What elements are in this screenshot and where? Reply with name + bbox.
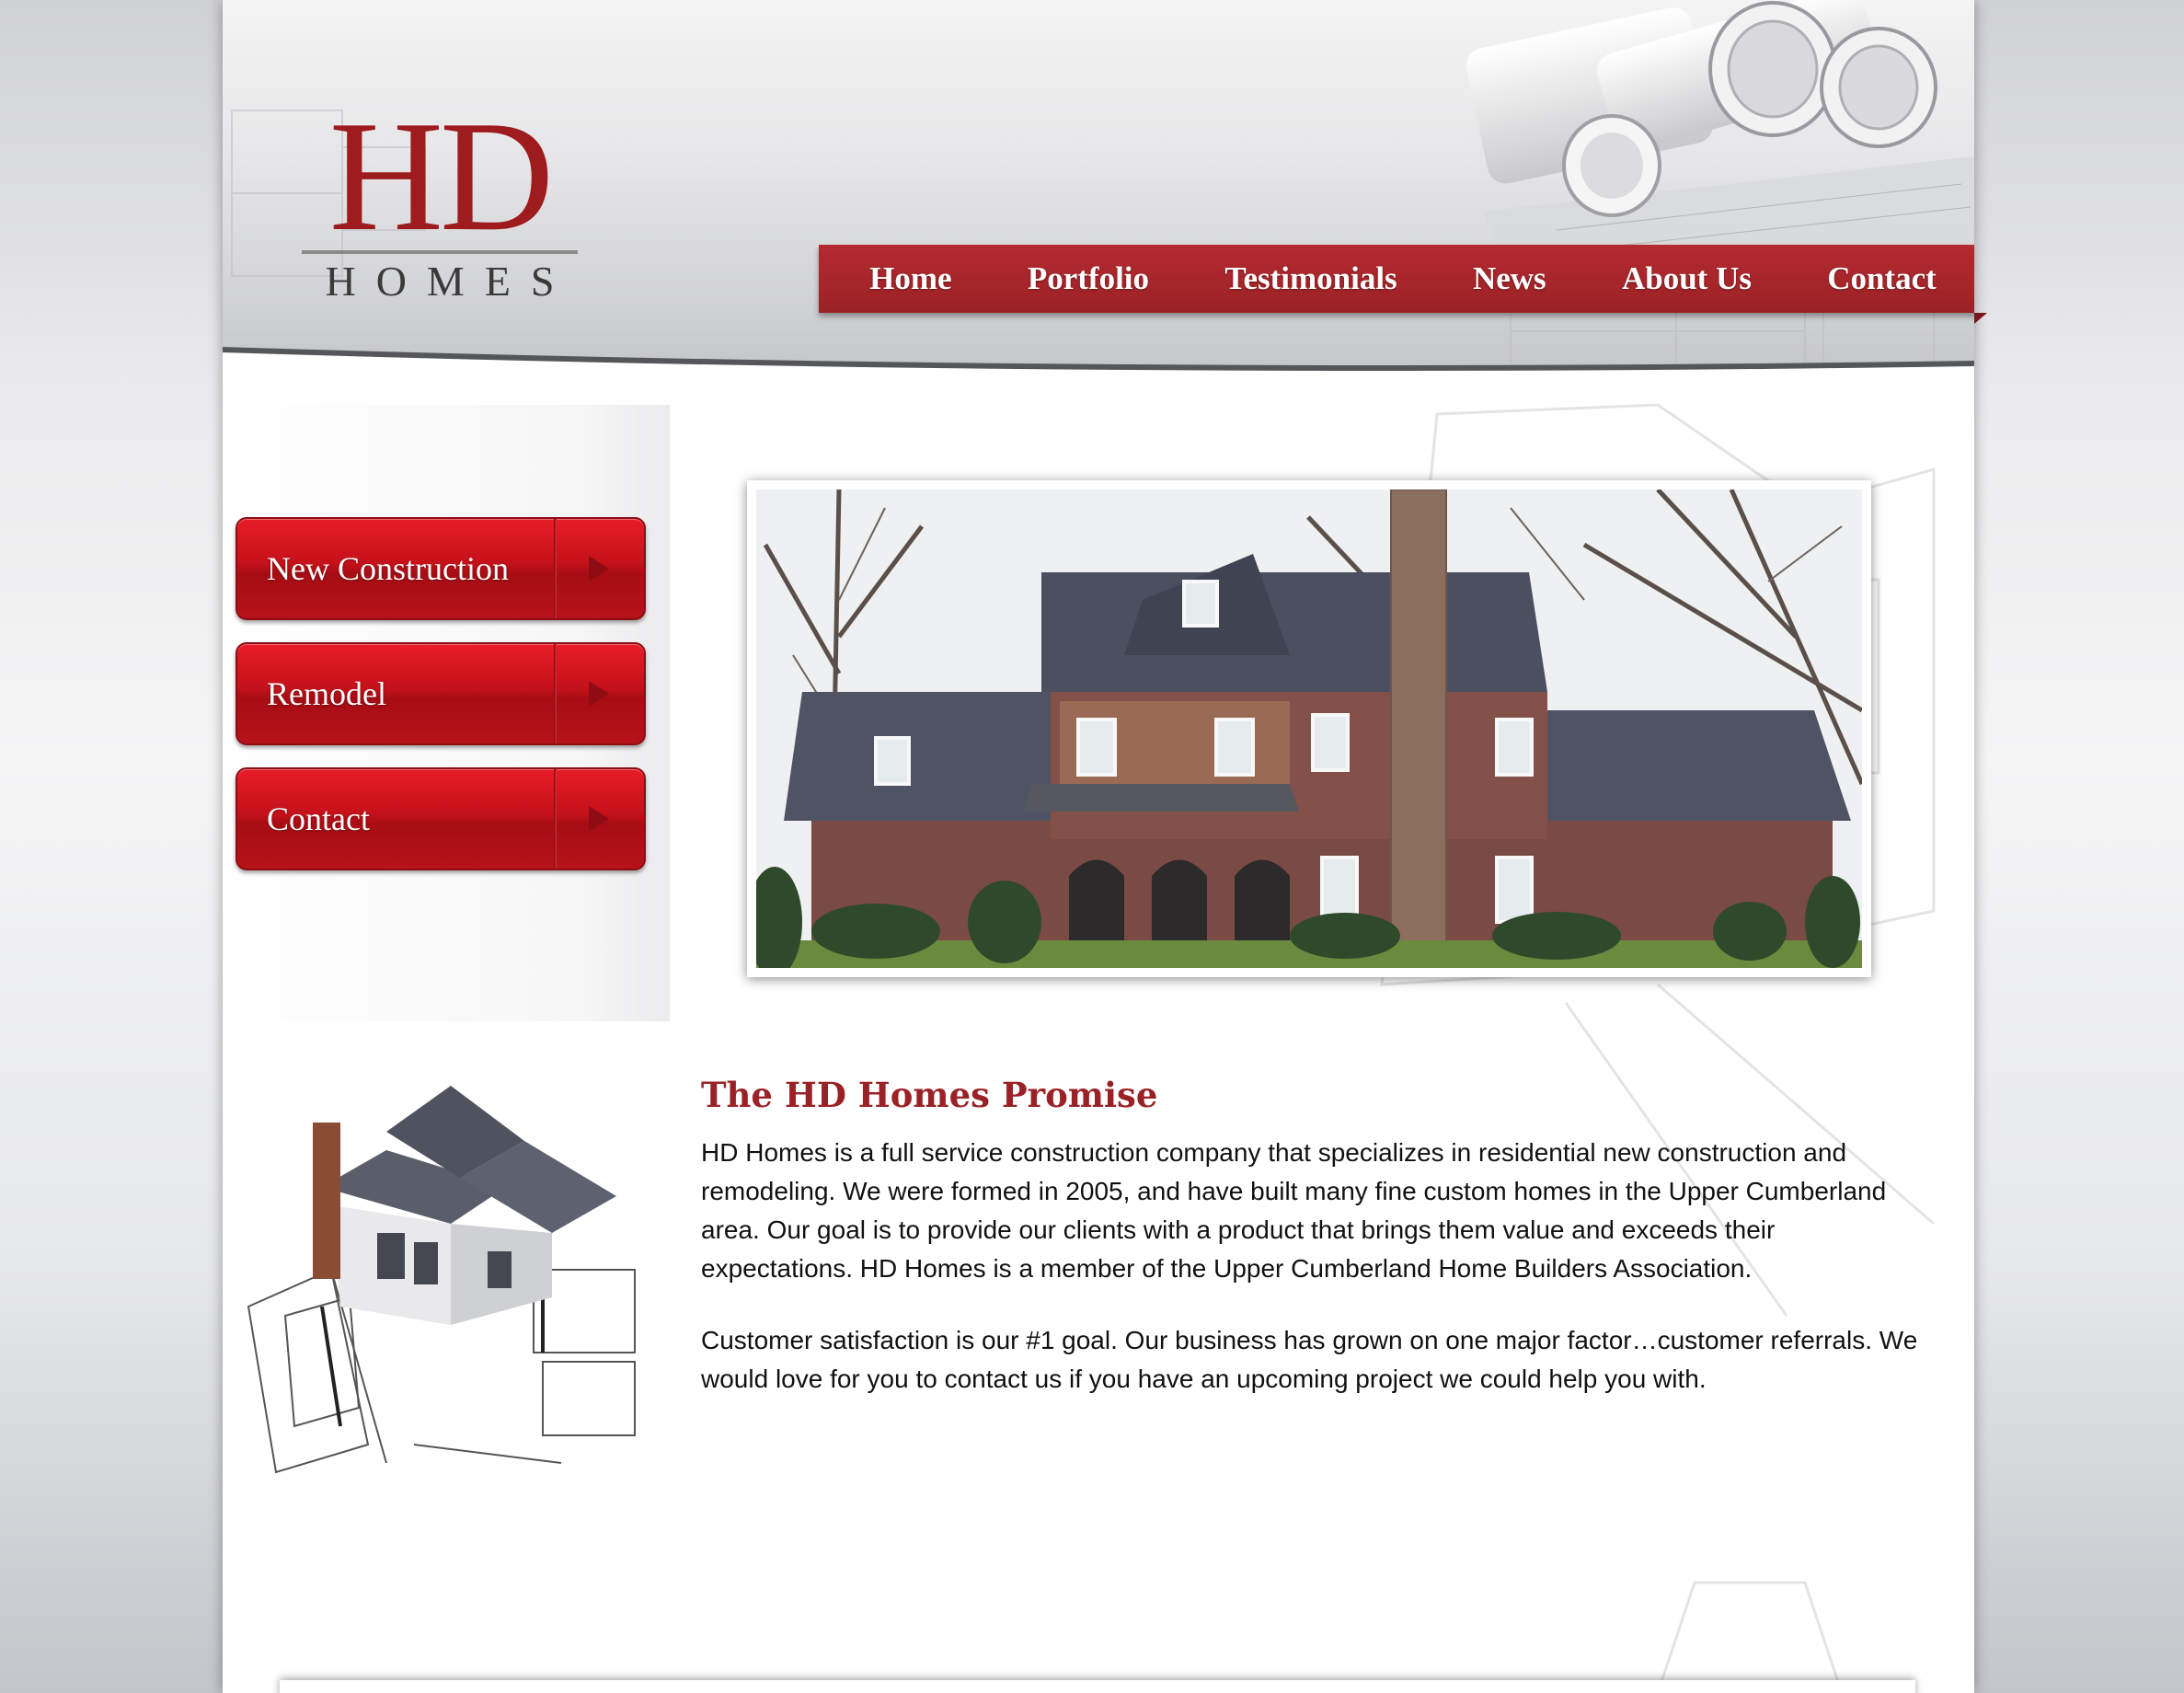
nav-contact[interactable]: Contact [1827,260,1937,297]
sidebar-item-label: Remodel [267,675,386,712]
promise-paragraph-1: HD Homes is a full service construction … [701,1138,1887,1283]
nav-ribbon-fold [1974,313,1987,324]
button-divider [554,519,557,618]
site-header: HD HOMES [223,0,1974,396]
sidebar-item-remodel[interactable]: Remodel [236,642,646,745]
button-divider [554,769,557,869]
button-divider [554,644,557,743]
house-illustration [756,489,1862,968]
nav-home[interactable]: Home [869,260,951,297]
page-container: HD HOMES Home Portfolio Testimonials New… [223,0,1974,1693]
play-arrow-icon [589,556,609,582]
header-curve-divider [223,347,1974,396]
main-nav: Home Portfolio Testimonials News About U… [819,245,1974,313]
play-arrow-icon [589,681,609,707]
footer-panel [280,1680,1915,1693]
nav-portfolio[interactable]: Portfolio [1028,260,1149,297]
sidebar-item-new-construction[interactable]: New Construction [236,517,646,620]
sidebar: New Construction Remodel Contact [223,405,670,1021]
play-arrow-icon [589,806,609,832]
promise-paragraph-2: Customer satisfaction is our #1 goal. Ou… [701,1326,1918,1393]
sidebar-item-label: Contact [267,800,370,837]
sidebar-item-contact[interactable]: Contact [236,767,646,870]
hero-house-photo [747,480,1871,977]
model-house-on-plans-image [247,1086,636,1474]
nav-testimonials[interactable]: Testimonials [1224,260,1397,297]
nav-about-us[interactable]: About Us [1622,260,1752,297]
nav-news[interactable]: News [1473,260,1546,297]
promise-heading: The HD Homes Promise [701,1075,1158,1115]
sidebar-item-label: New Construction [267,550,509,587]
